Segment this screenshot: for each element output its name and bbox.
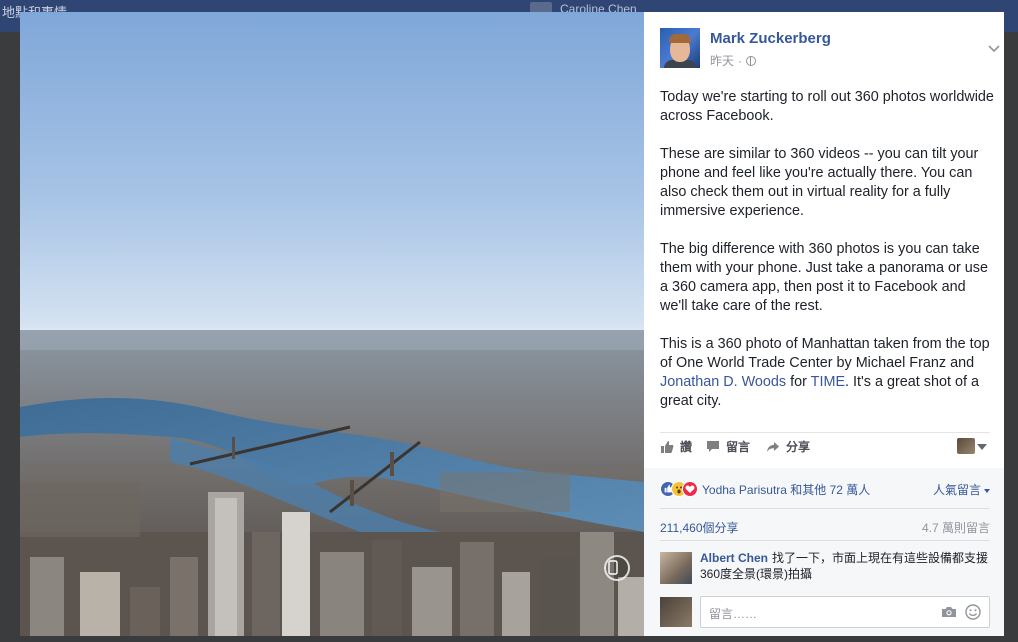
- comment-button[interactable]: 留言: [706, 438, 750, 455]
- share-arrow-icon: [767, 441, 779, 452]
- post-panel: Mark Zuckerberg 昨天 · Today we're startin…: [644, 12, 1004, 636]
- share-button[interactable]: 分享: [766, 438, 810, 455]
- like-label: 讚: [680, 440, 693, 454]
- comment-text: Albert Chen 找了一下，市面上現在有這些設備都支援360度全景(環景)拍…: [700, 550, 990, 582]
- chevron-down-icon[interactable]: [987, 44, 1001, 54]
- commenter-avatar[interactable]: [660, 552, 692, 584]
- comment-item: Albert Chen 找了一下，市面上現在有這些設備都支援360度全景(環景)拍…: [660, 550, 990, 586]
- camera-icon[interactable]: [941, 606, 957, 618]
- post-meta: 昨天 ·: [710, 52, 757, 69]
- photo-viewer[interactable]: [20, 12, 644, 636]
- thumbs-up-icon: [661, 440, 674, 453]
- comment-author[interactable]: Albert Chen: [700, 551, 768, 565]
- comment-composer: 留言……: [660, 596, 990, 628]
- phone-tilt-icon: [608, 560, 618, 575]
- background-left-column: [0, 32, 20, 642]
- post-paragraph: The big difference with 360 photos is yo…: [660, 241, 988, 314]
- like-button[interactable]: 讚: [660, 438, 692, 455]
- divider: [660, 508, 990, 509]
- post-time[interactable]: 昨天: [710, 52, 734, 69]
- post-paragraph: Today we're starting to roll out 360 pho…: [660, 89, 994, 124]
- share-count[interactable]: 211,460個分享: [660, 519, 739, 536]
- reactions-row[interactable]: Yodha Parisutra 和其他 72 萬人 人氣留言: [660, 480, 990, 500]
- current-user-avatar: [660, 597, 692, 627]
- comment-label: 留言: [726, 440, 751, 454]
- top-comments-dropdown[interactable]: 人氣留言: [933, 481, 990, 498]
- love-reaction-icon: [682, 481, 698, 497]
- post-actions: 讚 留言 分享: [660, 438, 990, 458]
- comment-bubble-icon: [707, 441, 719, 452]
- author-avatar[interactable]: [660, 28, 700, 68]
- comment-placeholder: 留言……: [709, 607, 758, 621]
- post-paragraph: These are similar to 360 videos -- you c…: [660, 146, 979, 219]
- globe-icon: [746, 55, 757, 66]
- share-as-avatar[interactable]: [957, 438, 975, 454]
- post-body: Today we're starting to roll out 360 pho…: [660, 88, 995, 430]
- divider: [660, 540, 990, 541]
- caret-down-icon[interactable]: [977, 444, 987, 450]
- meta-separator: ·: [738, 53, 743, 68]
- share-label: 分享: [786, 440, 811, 454]
- 360-view-icon[interactable]: [604, 555, 630, 581]
- tagged-user-link[interactable]: Jonathan D. Woods: [660, 374, 786, 390]
- time-page-link[interactable]: TIME: [811, 374, 845, 390]
- comment-input[interactable]: 留言……: [700, 596, 990, 628]
- post-header: Mark Zuckerberg 昨天 ·: [660, 28, 1000, 70]
- divider: [660, 432, 990, 433]
- author-name[interactable]: Mark Zuckerberg: [710, 30, 831, 47]
- manhattan-panorama: [20, 330, 644, 636]
- comment-count[interactable]: 4.7 萬則留言: [922, 519, 990, 536]
- reaction-names[interactable]: Yodha Parisutra 和其他 72 萬人: [702, 481, 870, 498]
- emoji-icon[interactable]: [965, 604, 981, 620]
- post-paragraph: This is a 360 photo of Manhattan taken f…: [660, 336, 990, 409]
